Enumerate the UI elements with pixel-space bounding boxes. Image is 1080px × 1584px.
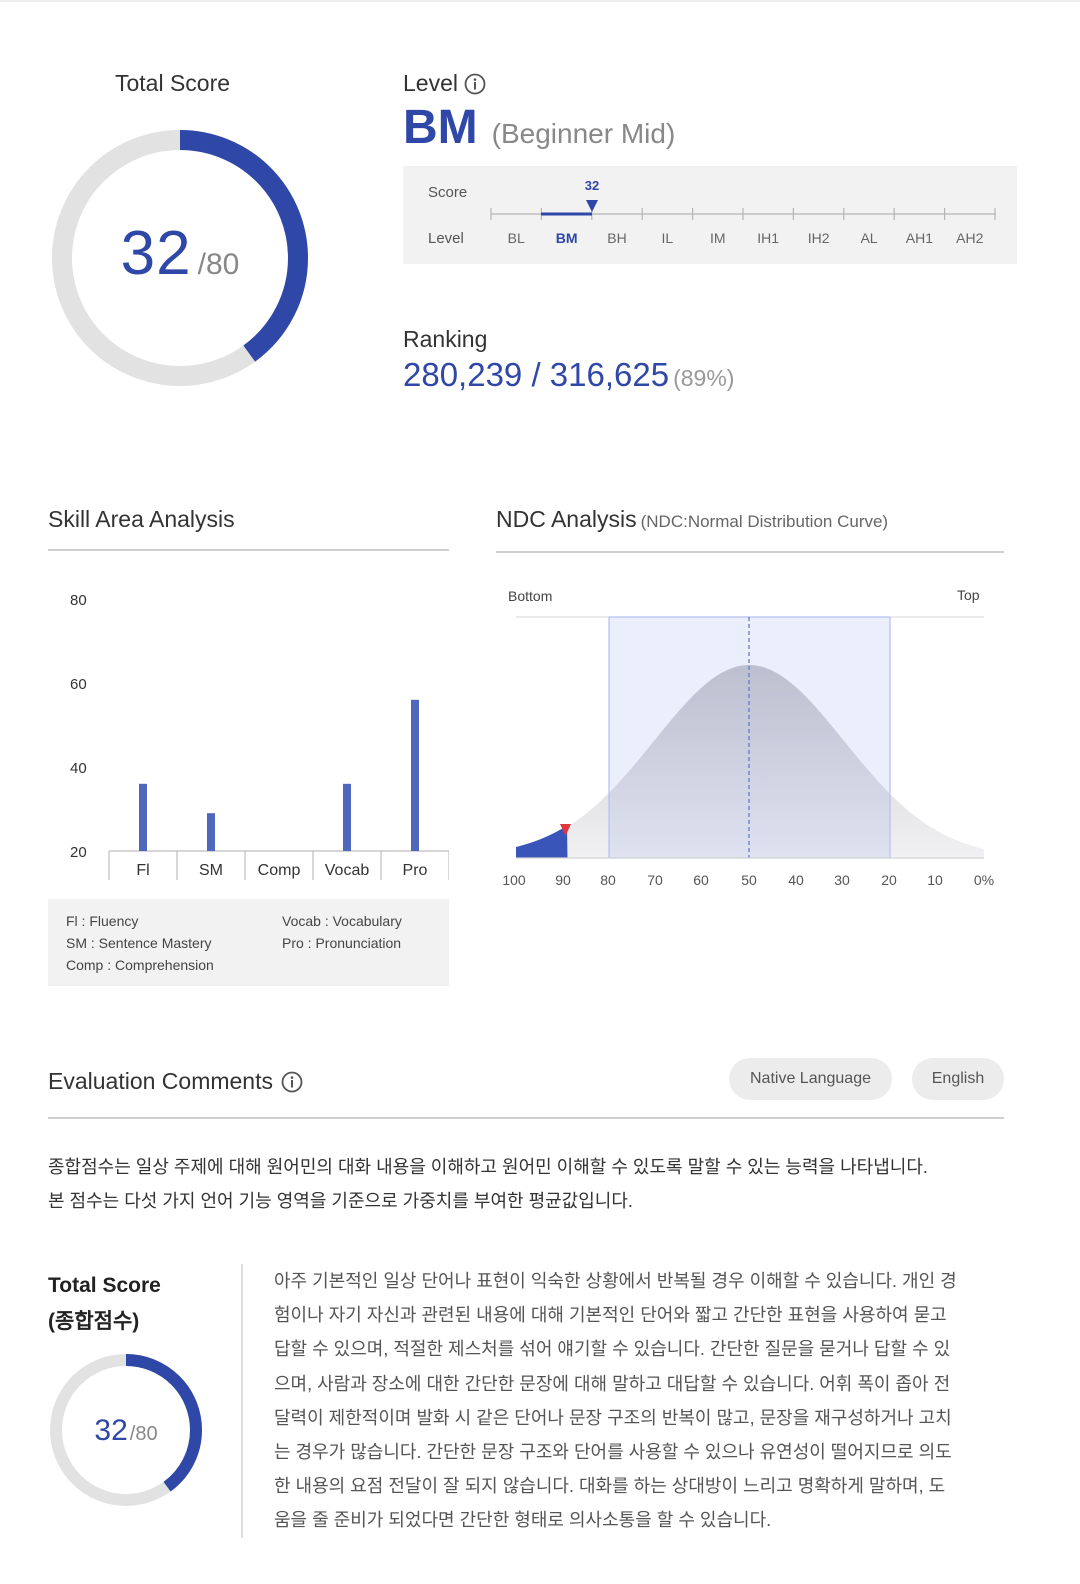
level-description: 아주 기본적인 일상 단어나 표현이 익숙한 상황에서 반복될 경우 이해할 수… xyxy=(274,1264,1014,1538)
skill-legend: Fl : Fluency SM : Sentence Mastery Comp … xyxy=(48,899,449,986)
scale-level-im: IM xyxy=(710,230,726,246)
ranking-percent: (89%) xyxy=(673,365,735,391)
ndc-top-label: Top xyxy=(957,587,980,603)
level-scale-track xyxy=(490,200,996,220)
legend-item: SM : Sentence Mastery xyxy=(66,935,212,951)
level-value: BM (Beginner Mid) xyxy=(403,100,675,155)
scale-level-ih1: IH1 xyxy=(757,230,780,246)
ndc-x-tick-label: 100 xyxy=(502,872,526,888)
ndc-title: NDC Analysis xyxy=(496,506,637,532)
bar-pro xyxy=(411,699,419,851)
skill-area-divider xyxy=(48,549,449,551)
y-tick-label: 60 xyxy=(70,676,87,693)
skill-bar-chart: 80 60 40 20 Fl SM Comp Vocab Pro xyxy=(70,592,449,880)
ndc-x-tick-label: 10 xyxy=(927,872,943,888)
info-icon[interactable] xyxy=(281,1071,303,1093)
evaluation-title: Evaluation Comments xyxy=(48,1068,273,1094)
description-line: 는 경우가 많습니다. 간단한 문장 구조와 단어를 사용할 수 있으나 유연성… xyxy=(274,1442,952,1463)
section-vertical-divider xyxy=(241,1264,243,1538)
scale-level-il: IL xyxy=(661,230,674,246)
total-score-section-title: Total Score (종합점수) xyxy=(48,1268,161,1340)
info-icon[interactable] xyxy=(464,73,486,95)
y-tick-label: 40 xyxy=(70,760,87,777)
description-line: 아주 기본적인 일상 단어나 표현이 익숙한 상황에서 반복될 경우 이해할 수… xyxy=(274,1271,957,1291)
bar-sm xyxy=(207,813,215,851)
ndc-curve-chart xyxy=(516,616,984,859)
ndc-x-tick-label: 80 xyxy=(600,872,616,888)
description-line: 달력이 제한적이며 발화 시 같은 단어나 문장 구조의 반복이 많고, 문장을… xyxy=(274,1407,952,1428)
ndc-x-tick-label: 20 xyxy=(881,872,897,888)
category-label: Comp xyxy=(258,862,301,879)
ndc-x-tick-label: 40 xyxy=(788,872,804,888)
ndc-x-tick-label: 90 xyxy=(555,872,571,888)
description-line: 험이나 자기 자신과 관련된 내용에 대해 기본적인 단어와 짧고 간단한 표현… xyxy=(274,1305,947,1326)
scale-level-bm: BM xyxy=(555,230,578,246)
category-label: Pro xyxy=(403,862,428,879)
summary-line: 종합점수는 일상 주제에 대해 원어민의 대화 내용을 이해하고 원어민 이해할… xyxy=(48,1157,928,1177)
description-line: 움을 줄 준비가 되었다면 간단한 형태로 의사소통을 할 수 있습니다. xyxy=(274,1510,772,1531)
level-heading: Level xyxy=(403,70,486,97)
total-score-title-korean: (종합점수) xyxy=(48,1310,140,1333)
scale-level-ih2: IH2 xyxy=(807,230,830,246)
scale-score-value: 32 xyxy=(584,178,600,193)
legend-col-left: Fl : Fluency SM : Sentence Mastery Comp … xyxy=(66,910,214,976)
ndc-title-row: NDC Analysis (NDC:Normal Distribution Cur… xyxy=(496,506,888,533)
level-scale-panel: Score Level 32 BL BM BH IL IM IH1 IH2 AL AH1 AH2 xyxy=(403,166,1017,264)
level-code: BM xyxy=(403,101,478,154)
ndc-x-tick-label: 50 xyxy=(741,872,757,888)
score-number: 32 xyxy=(94,1414,128,1447)
ndc-x-tick-label: 60 xyxy=(693,872,709,888)
y-tick-label: 80 xyxy=(70,592,87,609)
ranking-value: 280,239 / 316,625 xyxy=(403,356,670,393)
scale-level-bl: BL xyxy=(507,230,525,246)
bar-vocab xyxy=(343,783,351,851)
level-label: Level xyxy=(403,70,458,96)
y-tick-label: 20 xyxy=(70,844,87,861)
top-divider xyxy=(0,0,1080,2)
score-max: /80 xyxy=(129,1423,158,1445)
legend-item: Pro : Pronunciation xyxy=(282,935,402,951)
scale-level-ah2: AH2 xyxy=(956,230,984,246)
ndc-user-fill xyxy=(516,825,568,858)
ndc-x-tick-label: 70 xyxy=(647,872,663,888)
ndc-subtitle: (NDC:Normal Distribution Curve) xyxy=(640,512,889,531)
summary-line: 본 점수는 다섯 가지 언어 기능 영역을 기준으로 가중치를 부여한 평균값입… xyxy=(48,1191,633,1211)
description-line: 답할 수 있으며, 적절한 제스처를 섞어 얘기할 수 있습니다. 간단한 질문… xyxy=(274,1339,951,1360)
bar-fl xyxy=(139,783,147,851)
small-score-value: 32/80 xyxy=(48,1414,204,1448)
legend-item: Vocab : Vocabulary xyxy=(282,913,402,929)
skill-area-title: Skill Area Analysis xyxy=(48,506,235,532)
scale-score-marker xyxy=(586,200,598,212)
evaluation-heading: Evaluation Comments xyxy=(48,1068,303,1095)
evaluation-summary: 종합점수는 일상 주제에 대해 원어민의 대화 내용을 이해하고 원어민 이해할… xyxy=(48,1150,1038,1218)
ndc-x-tick-label: 30 xyxy=(834,872,850,888)
score-number: 32 xyxy=(120,219,192,288)
legend-item: Comp : Comprehension xyxy=(66,957,214,973)
total-score-value: 32/80 xyxy=(48,218,312,289)
description-line: 한 내용의 요점 전달이 잘 되지 않습니다. 대화를 하는 상대방이 느리고 … xyxy=(274,1476,946,1497)
english-button[interactable]: English xyxy=(912,1058,1004,1100)
legend-col-right: Vocab : Vocabulary Pro : Pronunciation xyxy=(282,910,402,954)
scale-level-ah1: AH1 xyxy=(905,230,933,246)
category-label: Vocab xyxy=(325,862,370,879)
ndc-divider xyxy=(496,551,1004,553)
score-max: /80 xyxy=(197,248,240,281)
scale-level-al: AL xyxy=(860,230,878,246)
ranking-label: Ranking xyxy=(403,326,488,352)
category-label: Fl xyxy=(136,862,149,879)
total-score-label: Total Score xyxy=(114,70,231,96)
ndc-bottom-label: Bottom xyxy=(508,588,553,604)
category-label: SM xyxy=(199,862,223,879)
level-full-name: (Beginner Mid) xyxy=(491,118,676,149)
scale-level-bh: BH xyxy=(607,230,627,246)
legend-item: Fl : Fluency xyxy=(66,913,139,929)
ndc-x-tick-label: 0% xyxy=(973,872,995,888)
description-line: 으며, 사람과 장소에 대한 간단한 문장에 대해 말하고 대답할 수 있습니다… xyxy=(274,1373,951,1394)
native-language-button[interactable]: Native Language xyxy=(729,1058,892,1100)
evaluation-divider xyxy=(48,1117,1004,1119)
total-score-title: Total Score xyxy=(48,1274,161,1297)
ranking-value-row: 280,239 / 316,625 (89%) xyxy=(403,356,734,394)
